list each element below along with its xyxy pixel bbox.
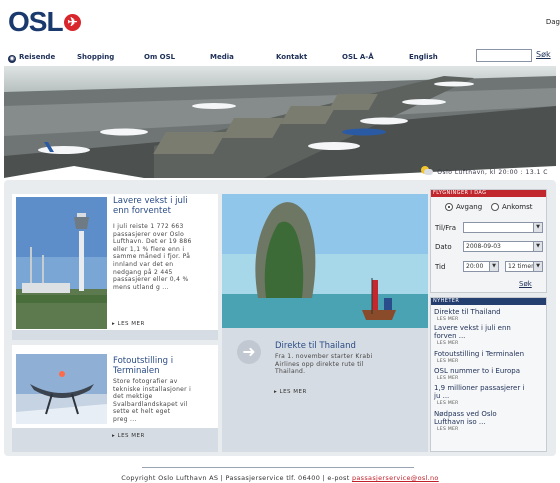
chevron-down-icon: ▼: [489, 262, 498, 271]
nav-item-reisende[interactable]: ◉ Reisende: [8, 53, 55, 63]
news-panel-3-footer: [12, 428, 218, 452]
nav-item-kontakt[interactable]: Kontakt: [276, 53, 307, 61]
chevron-down-icon: ▼: [533, 242, 542, 251]
news-list-header: NYHETER: [431, 298, 546, 305]
globe-icon: ◉: [8, 55, 16, 63]
news-image-thailand-rock: [222, 194, 428, 328]
departure-radio[interactable]: [445, 203, 453, 211]
read-more-link-3[interactable]: LES MER: [112, 433, 145, 439]
nav-item-media[interactable]: Media: [210, 53, 234, 61]
header: OSL ✈ Dag: [0, 0, 560, 48]
to-from-select[interactable]: ▼: [463, 222, 543, 233]
to-from-label: Til/Fra: [435, 224, 456, 232]
date-label: Dato: [435, 243, 452, 251]
arrival-label: Ankomst: [502, 203, 533, 211]
departure-label: Avgang: [456, 203, 483, 211]
news-image-control-tower: [16, 197, 107, 329]
nav-item-osl-a-a[interactable]: OSL A-Å: [342, 53, 374, 61]
osl-logo[interactable]: OSL ✈: [8, 6, 81, 38]
news-title-3[interactable]: Fotoutstilling i Terminalen: [113, 356, 173, 376]
news-body-2: Fra 1. november starter Krabi Airlines op…: [275, 353, 373, 376]
hero-airport-image: [4, 66, 556, 178]
read-more-link-2[interactable]: LES MER: [274, 389, 307, 395]
news-list-item[interactable]: 1,9 millioner passasjerer i ju ...: [434, 384, 524, 400]
arrow-right-icon[interactable]: ➜: [237, 340, 261, 364]
nav-item-shopping[interactable]: Shopping: [77, 53, 114, 61]
news-image-satellite-dish: [16, 354, 107, 424]
nav-item-om-osl[interactable]: Om OSL: [144, 53, 175, 61]
partly-cloudy-icon: [421, 166, 434, 176]
news-body-3: Store fotografier av tekniske installasjo…: [113, 378, 192, 423]
news-list-item[interactable]: Direkte til Thailand: [434, 308, 501, 316]
news-list-item[interactable]: OSL nummer to i Europa: [434, 367, 520, 375]
news-list-item[interactable]: Fotoutstilling i Terminalen: [434, 350, 524, 358]
news-body-1: I juli reiste 1 772 663 passasjerer over …: [113, 223, 192, 291]
news-title-2[interactable]: Direkte til Thailand: [275, 341, 356, 351]
footer: Copyright Oslo Lufthavn AS | Passasjerse…: [0, 474, 560, 482]
news-list-item[interactable]: Nødpass ved Oslo Lufthavn iso ...: [434, 410, 497, 426]
flight-search-header: FLYGNINGER I DAG: [431, 190, 546, 197]
news-title-1[interactable]: Lavere vekst i juli enn forventet: [113, 196, 188, 216]
chevron-down-icon: ▼: [533, 223, 542, 232]
time-label: Tid: [435, 263, 446, 271]
footer-text: Copyright Oslo Lufthavn AS | Passasjerse…: [121, 474, 350, 482]
search-input[interactable]: [476, 49, 532, 62]
top-link[interactable]: Dag: [546, 18, 560, 26]
logo-text: OSL: [8, 6, 64, 37]
arrival-radio[interactable]: [491, 203, 499, 211]
news-list-box: NYHETER Direkte til Thailand LES MER Lav…: [430, 297, 547, 452]
flight-search-box: FLYGNINGER I DAG Avgang Ankomst Til/Fra …: [430, 189, 547, 293]
airport-illustration: [4, 66, 556, 178]
weather-info: Oslo Lufthavn, kl 20:00 : 13.1 C: [421, 166, 548, 176]
search-button[interactable]: Søk: [536, 50, 551, 59]
chevron-down-icon: ▼: [533, 262, 542, 271]
footer-email-link[interactable]: passasjerservice@osl.no: [352, 474, 439, 482]
news-panel-1-footer: [12, 330, 218, 340]
time-range-select[interactable]: 12 timer ▼: [505, 261, 543, 272]
read-more-link-1[interactable]: LES MER: [112, 321, 145, 327]
footer-divider: [142, 467, 414, 468]
news-list-item[interactable]: Lavere vekst i juli enn forven ...: [434, 324, 511, 340]
date-select[interactable]: 2008-09-03 ▼: [463, 241, 543, 252]
flight-search-button[interactable]: Søk: [519, 280, 532, 288]
plane-icon: ✈: [63, 14, 81, 31]
time-from-select[interactable]: 20:00 ▼: [463, 261, 499, 272]
nav-item-english[interactable]: English: [409, 53, 438, 61]
